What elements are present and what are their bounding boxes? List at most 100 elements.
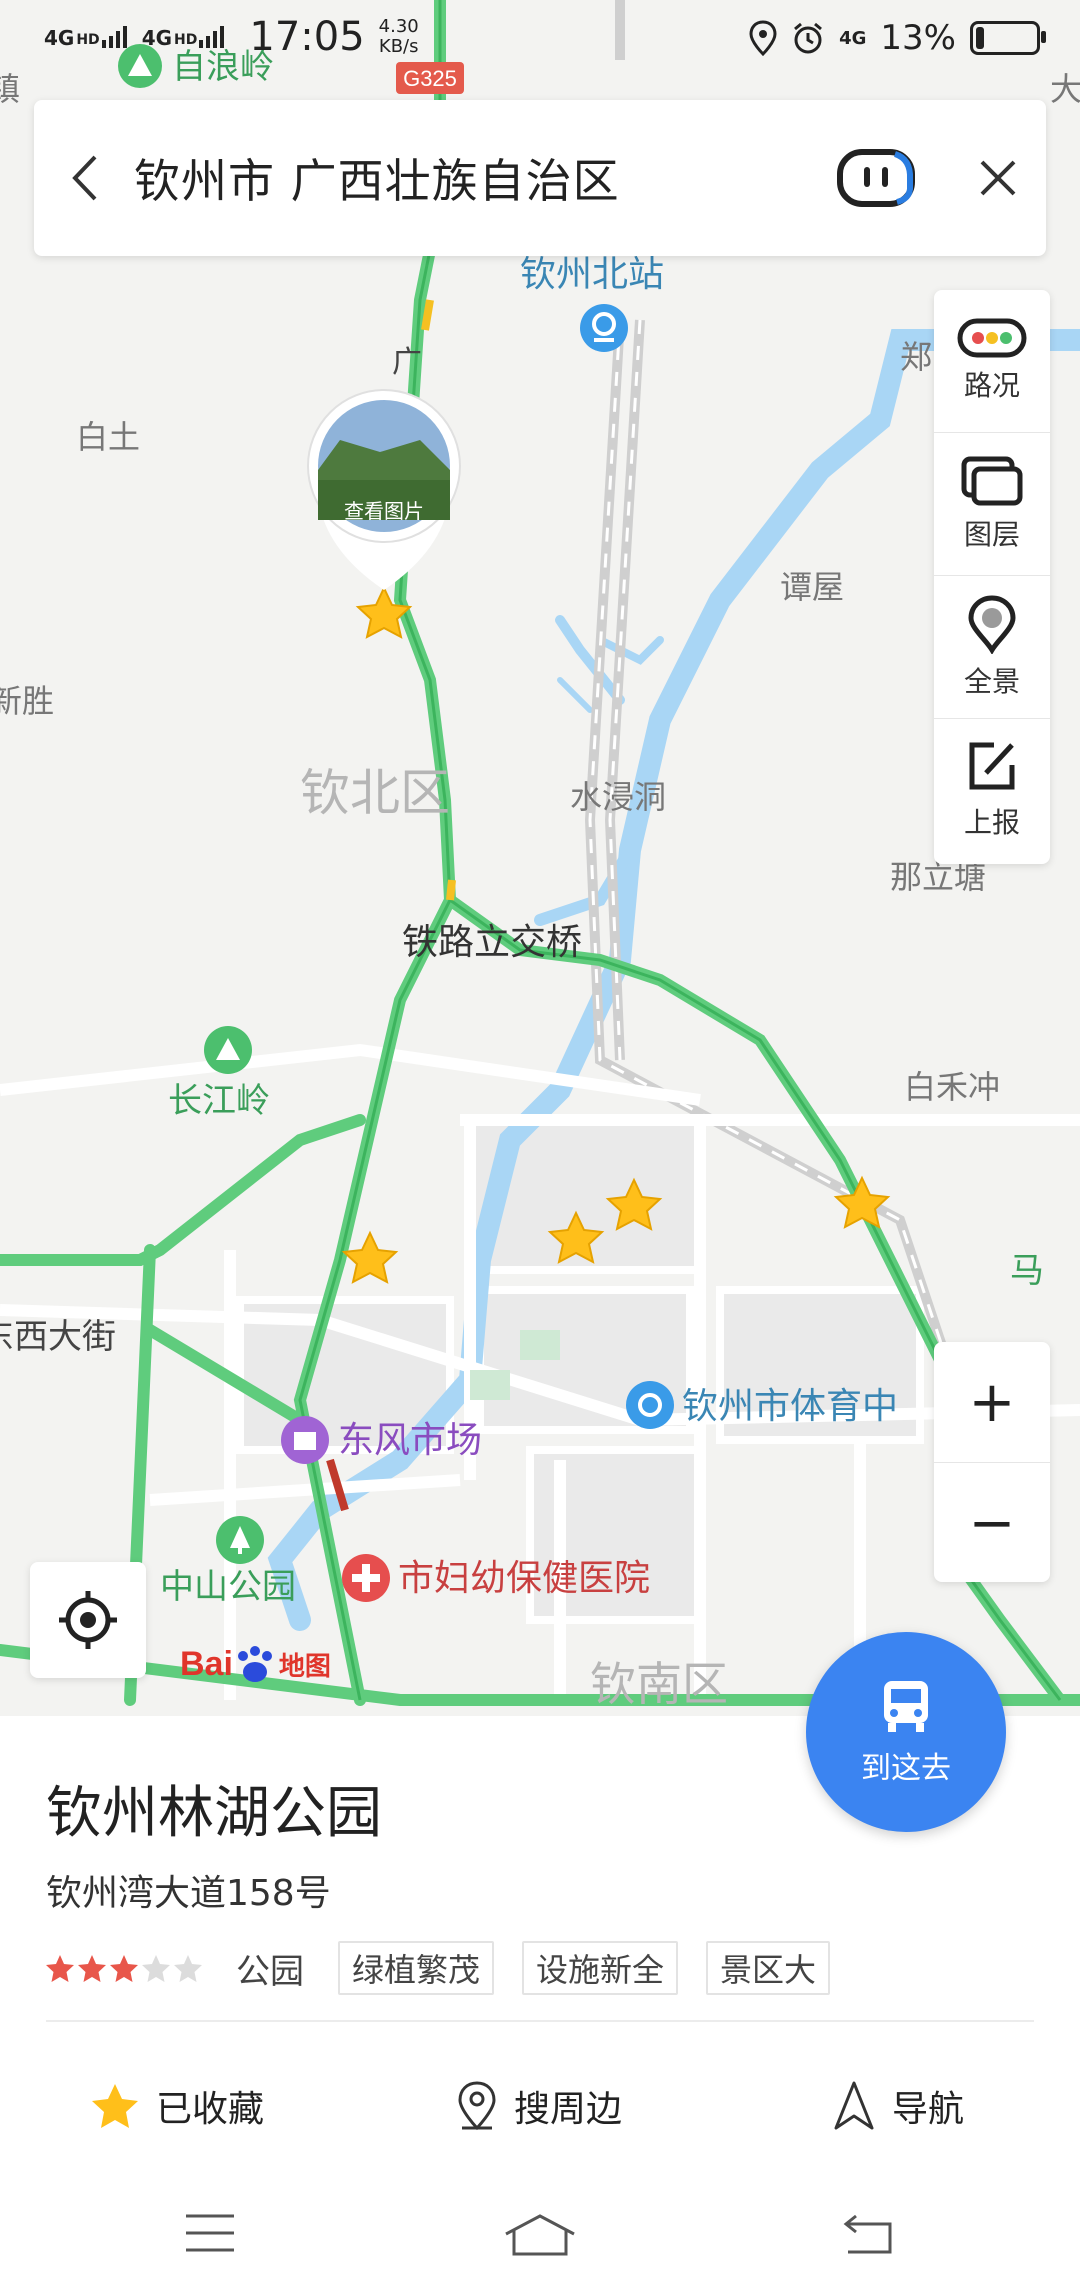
go-here-label: 到这去 xyxy=(861,1751,951,1786)
zoom-out-button[interactable]: − xyxy=(934,1463,1050,1583)
tool-panorama[interactable]: 全景 xyxy=(934,576,1050,719)
label-zhongshan: 中山公园 xyxy=(160,1567,296,1607)
star-empty-icon xyxy=(142,1955,170,1982)
label-guang: 广 xyxy=(392,345,422,380)
location-icon xyxy=(749,20,777,56)
clock: 17:05 xyxy=(249,14,365,60)
voice-assistant-button[interactable] xyxy=(836,147,916,209)
label-stadium: 钦州市体育中 xyxy=(682,1386,898,1427)
map-canvas[interactable]: G325 查看图片 自浪岭 钦州北站 广 白土 郑 谭屋 新胜 钦北区 水浸洞 … xyxy=(0,0,1080,1720)
signal-bars-icon xyxy=(199,26,225,48)
stadium-icon xyxy=(626,1381,674,1429)
star-empty-icon xyxy=(174,1955,202,1982)
assistant-icon xyxy=(837,149,915,207)
close-icon xyxy=(980,160,1016,196)
navigate-button[interactable]: 导航 xyxy=(832,2056,964,2156)
label-zheng: 郑 xyxy=(900,338,932,376)
photo-caption: 查看图片 xyxy=(344,499,424,523)
label-baitu: 白土 xyxy=(76,418,140,456)
label-dongfeng: 东风市场 xyxy=(338,1420,482,1461)
traffic-icon xyxy=(957,318,1027,358)
zoom-in-button[interactable]: + xyxy=(934,1342,1050,1463)
search-bar: 钦州市 广西壮族自治区 xyxy=(34,100,1046,256)
tool-traffic[interactable]: 路况 xyxy=(934,290,1050,433)
tool-label: 图层 xyxy=(963,518,1020,551)
place-name: 钦州林湖公园 xyxy=(46,1781,382,1846)
home-button[interactable] xyxy=(504,2212,576,2262)
star-filled-icon xyxy=(78,1955,106,1982)
crosshair-icon xyxy=(59,1591,117,1649)
return-icon xyxy=(843,2214,892,2254)
tool-label: 全景 xyxy=(963,665,1020,698)
label-xidajie: 东西大街 xyxy=(0,1317,116,1357)
label-qinnan: 钦南区 xyxy=(590,1657,728,1711)
panorama-icon xyxy=(968,595,1016,654)
net-type: 4G xyxy=(839,27,867,49)
market-icon xyxy=(281,1416,329,1464)
star-filled-icon xyxy=(110,1955,138,1982)
status-bar: 4G HD 4G HD 17:05 4.30 KB/s 4G 13% xyxy=(0,0,1080,80)
net-speed: 4.30 KB/s xyxy=(378,16,419,57)
label-changjiangling: 长江岭 xyxy=(168,1081,270,1121)
place-tag: 绿植繁茂 xyxy=(338,1941,495,1995)
divider xyxy=(46,2020,1034,2022)
place-tag: 设施新全 xyxy=(522,1941,679,1995)
alarm-icon xyxy=(794,22,823,54)
label-north-station: 钦州北站 xyxy=(520,254,664,295)
label-hospital: 市妇幼保健医院 xyxy=(398,1558,650,1599)
label-shuijindong: 水浸洞 xyxy=(570,778,666,816)
logo-bai: Bai xyxy=(180,1644,233,1683)
action-bar: 已收藏 搜周边 导航 xyxy=(0,2056,1080,2156)
nearby-label: 搜周边 xyxy=(514,2089,623,2130)
favorite-label: 已收藏 xyxy=(156,2089,265,2130)
label-tielu: 铁路立交桥 xyxy=(402,922,582,963)
navigation-arrow-icon xyxy=(834,2081,874,2130)
go-here-button[interactable]: 到这去 xyxy=(806,1632,1006,1832)
location-pin-icon xyxy=(458,2081,496,2131)
navigate-label: 导航 xyxy=(892,2089,965,2130)
zoom-controls: + − xyxy=(934,1342,1050,1582)
search-query[interactable]: 钦州市 广西壮族自治区 xyxy=(134,145,836,211)
back-nav-button[interactable] xyxy=(842,2212,894,2260)
star-filled-icon xyxy=(46,1955,74,1982)
place-address: 钦州湾大道158号 xyxy=(46,1873,331,1914)
tool-label: 上报 xyxy=(963,806,1020,839)
map-tools-panel: 路况 图层 全景 上报 xyxy=(934,290,1050,864)
tree-icon-zhongshan xyxy=(216,1516,264,1564)
tool-label: 路况 xyxy=(963,369,1020,402)
menu-button[interactable] xyxy=(184,2212,236,2258)
paw-icon xyxy=(237,1646,272,1682)
favorite-button[interactable]: 已收藏 xyxy=(90,2056,264,2156)
place-meta: 公园 绿植繁茂 设施新全 景区大 xyxy=(46,1941,858,1995)
signal-1: 4G HD xyxy=(44,26,128,48)
label-tanwu: 谭屋 xyxy=(780,568,844,606)
locate-button[interactable] xyxy=(30,1562,146,1678)
mountain-icon-changjiangling xyxy=(204,1026,252,1074)
tool-report[interactable]: 上报 xyxy=(934,719,1050,861)
battery-icon xyxy=(970,21,1046,55)
star-filled-icon xyxy=(92,2084,138,2128)
menu-icon xyxy=(186,2214,234,2252)
baidu-map-logo: Bai du 地图 xyxy=(180,1644,331,1684)
train-station-icon xyxy=(580,304,628,352)
label-ma: 马 xyxy=(1010,1251,1044,1291)
nearby-button[interactable]: 搜周边 xyxy=(456,2056,622,2156)
back-button[interactable] xyxy=(34,100,134,256)
label-xinsheng: 新胜 xyxy=(0,682,54,720)
label-qinbei: 钦北区 xyxy=(300,764,450,822)
rating-stars xyxy=(46,1954,202,1982)
system-nav-bar xyxy=(0,2206,1080,2280)
signal-2: 4G HD xyxy=(142,26,226,48)
hospital-icon xyxy=(342,1554,390,1602)
bus-icon xyxy=(884,1681,928,1732)
home-icon xyxy=(505,2214,575,2256)
tool-layers[interactable]: 图层 xyxy=(934,433,1050,576)
place-tag: 景区大 xyxy=(706,1941,831,1995)
logo-map: 地图 xyxy=(278,1650,331,1681)
signal-bars-icon xyxy=(101,26,127,48)
back-arrow-icon xyxy=(72,155,97,201)
layers-icon xyxy=(961,456,1023,506)
battery-percent: 13% xyxy=(880,18,956,58)
close-button[interactable] xyxy=(950,100,1046,256)
report-icon xyxy=(969,742,1015,790)
